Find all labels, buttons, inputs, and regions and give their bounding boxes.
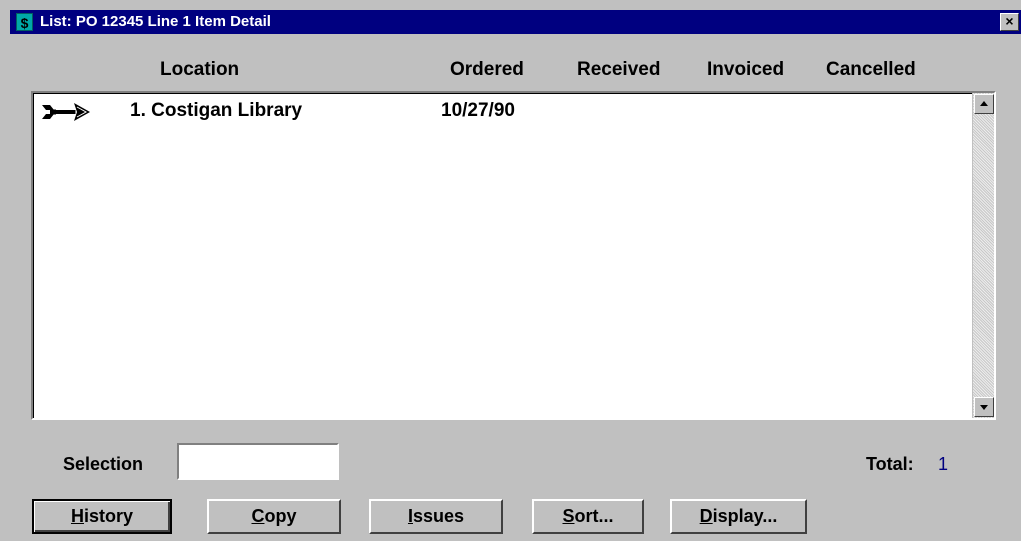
issues-button[interactable]: Issues	[369, 499, 503, 534]
column-header-location: Location	[160, 59, 240, 80]
copy-button-mnemonic: C	[251, 506, 265, 526]
column-header-cancelled: Cancelled	[826, 59, 916, 80]
selection-label: Selection	[63, 454, 144, 474]
column-header-received: Received	[577, 59, 661, 80]
sort-button[interactable]: Sort...	[532, 499, 644, 534]
title-bar[interactable]: $ List: PO 12345 Line 1 Item Detail ×	[10, 10, 1021, 34]
location-cell: 1. Costigan Library	[130, 100, 303, 121]
item-list[interactable]: 1. Costigan Library 10/27/90	[31, 91, 996, 420]
history-button[interactable]: History	[32, 499, 172, 534]
arrow-pointer-icon	[42, 103, 90, 121]
arrow-up-icon	[980, 101, 988, 106]
display-button-label: isplay...	[712, 506, 778, 526]
sort-button-label: ort...	[574, 506, 614, 526]
display-button-mnemonic: D	[699, 506, 713, 526]
scroll-up-button[interactable]	[974, 94, 994, 114]
total-label: Total:	[866, 454, 914, 474]
close-button[interactable]: ×	[1000, 13, 1019, 31]
ordered-cell: 10/27/90	[441, 100, 515, 121]
dollar-icon[interactable]: $	[16, 13, 33, 31]
window-title: List: PO 12345 Line 1 Item Detail	[40, 13, 271, 30]
item-list-viewport: 1. Costigan Library 10/27/90	[33, 93, 994, 418]
vertical-scrollbar[interactable]	[972, 93, 994, 418]
copy-button-label: opy	[264, 506, 297, 526]
selection-input[interactable]	[177, 443, 339, 480]
sort-button-mnemonic: S	[562, 506, 575, 526]
history-button-mnemonic: H	[70, 506, 84, 526]
item-detail-window: $ List: PO 12345 Line 1 Item Detail × Lo…	[10, 10, 1021, 541]
list-item[interactable]: 1. Costigan Library 10/27/90	[34, 98, 964, 126]
copy-button[interactable]: Copy	[207, 499, 341, 534]
issues-button-label: ssues	[412, 506, 465, 526]
display-button[interactable]: Display...	[670, 499, 807, 534]
arrow-down-icon	[980, 405, 988, 410]
total-count: 1	[938, 454, 949, 474]
column-header-ordered: Ordered	[450, 59, 524, 80]
history-button-label: istory	[83, 506, 134, 526]
column-header-invoiced: Invoiced	[707, 59, 785, 80]
scroll-down-button[interactable]	[974, 397, 994, 417]
